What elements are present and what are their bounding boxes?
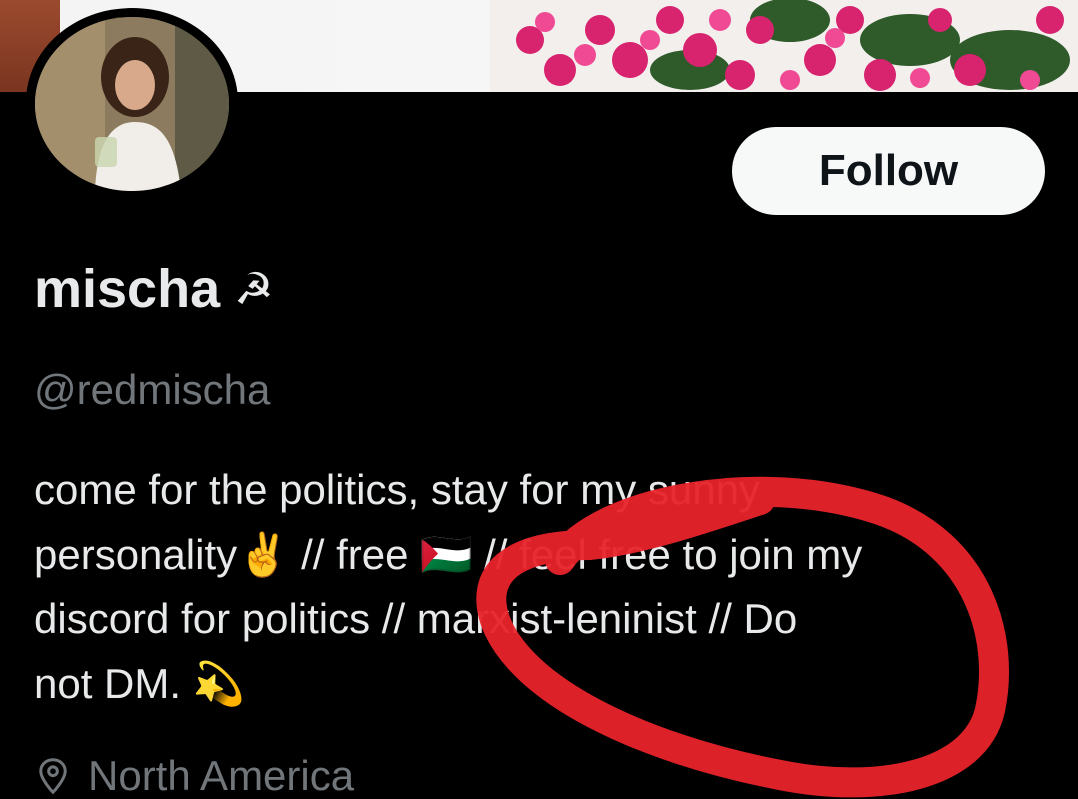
display-name-text: mischa (34, 259, 221, 319)
location-text: North America (88, 752, 355, 799)
location: North America (36, 752, 354, 799)
follow-button[interactable]: Follow (732, 127, 1045, 215)
avatar-illustration (35, 17, 229, 191)
profile-bio: come for the politics, stay for my sunny… (34, 466, 863, 707)
avatar-photo (35, 17, 229, 191)
user-handle: @redmischa (34, 366, 271, 413)
avatar[interactable] (26, 8, 238, 196)
banner-flowers (490, 0, 1078, 92)
display-name: mischa ☭ (34, 258, 274, 320)
profile-page: Follow mischa ☭ @redmischa come for the … (0, 0, 1078, 799)
location-pin-icon (39, 758, 67, 795)
hammer-sickle-icon: ☭ (234, 264, 274, 314)
